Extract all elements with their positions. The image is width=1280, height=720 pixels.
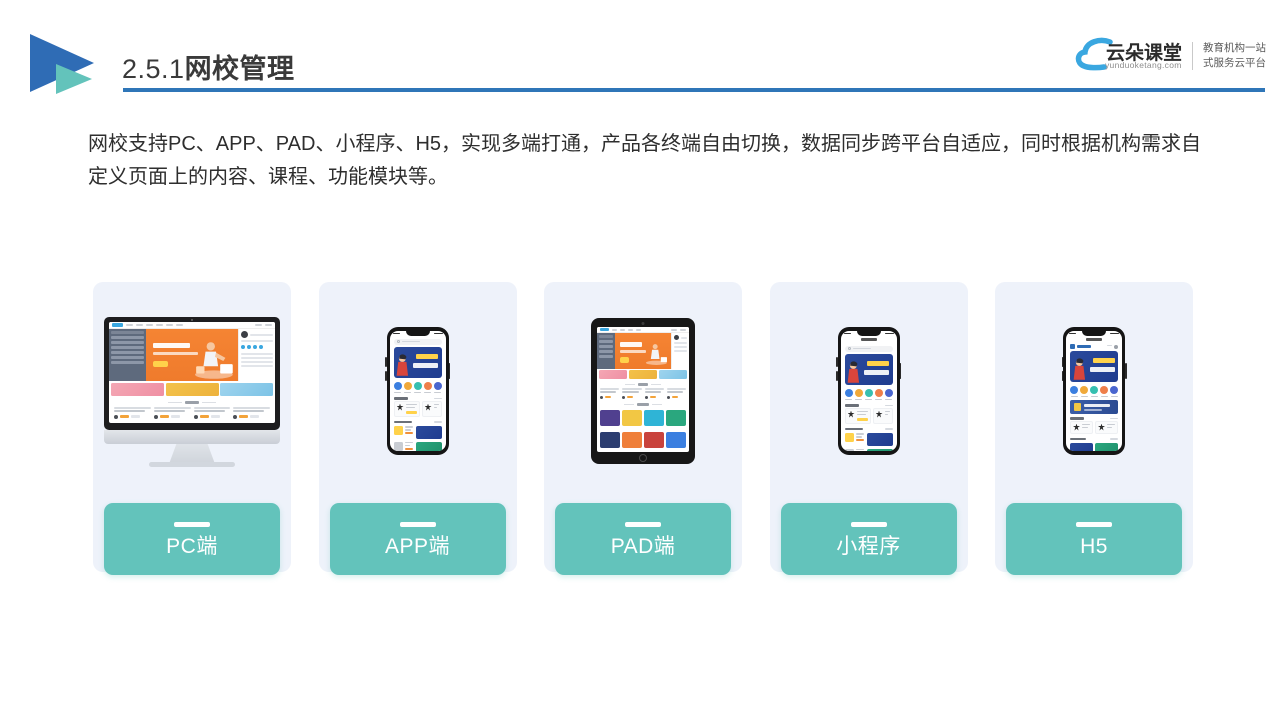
page-title-label: 网校管理: [184, 54, 295, 84]
label-dash: [174, 521, 210, 527]
platform-label-app[interactable]: APP端: [329, 503, 506, 575]
brand-logo: 云朵课堂 yunduoketang.com 教育机构一站 式服务云平台: [1074, 36, 1266, 76]
label-dash: [399, 521, 436, 527]
page-title-number: 2.5.1: [122, 54, 185, 84]
brand-mark: 云朵课堂 yunduoketang.com: [1074, 36, 1186, 76]
device-preview-pc: [93, 282, 291, 500]
label-dash: [850, 521, 887, 527]
platform-label-text: H5: [1080, 534, 1108, 558]
page-title: 2.5.1网校管理: [122, 47, 295, 86]
platform-label-pad[interactable]: PAD端: [555, 503, 731, 575]
platform-label-h5[interactable]: H5: [1006, 503, 1182, 575]
desktop-monitor-icon: [104, 317, 280, 467]
label-dash: [625, 521, 661, 527]
label-dash: [1076, 521, 1112, 527]
tablet-icon: [591, 318, 695, 464]
title-underline-rule: [123, 88, 1265, 92]
platform-label-miniprogram[interactable]: 小程序: [780, 503, 957, 575]
platform-card-row: PC端 APP端 PAD端 小程序 H5: [93, 282, 1193, 575]
platform-card-pc[interactable]: PC端: [93, 282, 291, 575]
body-paragraph: 网校支持PC、APP、PAD、小程序、H5，实现多端打通，产品各终端自由切换，数…: [88, 133, 1202, 188]
slide-root: 2.5.1网校管理 云朵课堂 yunduoketang.com 教育机构一站 式…: [0, 0, 1280, 720]
brand-divider: [1192, 42, 1193, 70]
smartphone-icon: [385, 327, 450, 455]
platform-label-text: 小程序: [836, 534, 901, 558]
double-triangle-play-icon: [26, 30, 98, 96]
platform-card-h5[interactable]: H5: [995, 282, 1193, 575]
platform-card-pad[interactable]: PAD端: [544, 282, 742, 575]
platform-label-text: APP端: [384, 534, 451, 558]
platform-card-app[interactable]: APP端: [318, 282, 517, 575]
device-preview-app: [319, 282, 517, 500]
device-preview-miniprogram: [770, 282, 968, 500]
smartphone-icon: [1061, 327, 1127, 455]
smartphone-icon: [836, 327, 901, 455]
brand-url: yunduoketang.com: [1105, 60, 1182, 70]
brand-tagline-line2: 式服务云平台: [1203, 57, 1266, 69]
platform-label-pc[interactable]: PC端: [104, 503, 280, 575]
platform-card-miniprogram[interactable]: 小程序: [769, 282, 968, 575]
brand-tagline-line1: 教育机构一站: [1203, 42, 1266, 54]
brand-tagline: 教育机构一站 式服务云平台: [1203, 41, 1266, 71]
device-preview-pad: [544, 282, 742, 500]
platform-label-text: PAD端: [610, 534, 676, 558]
device-preview-h5: [995, 282, 1193, 500]
platform-label-text: PC端: [166, 534, 218, 558]
